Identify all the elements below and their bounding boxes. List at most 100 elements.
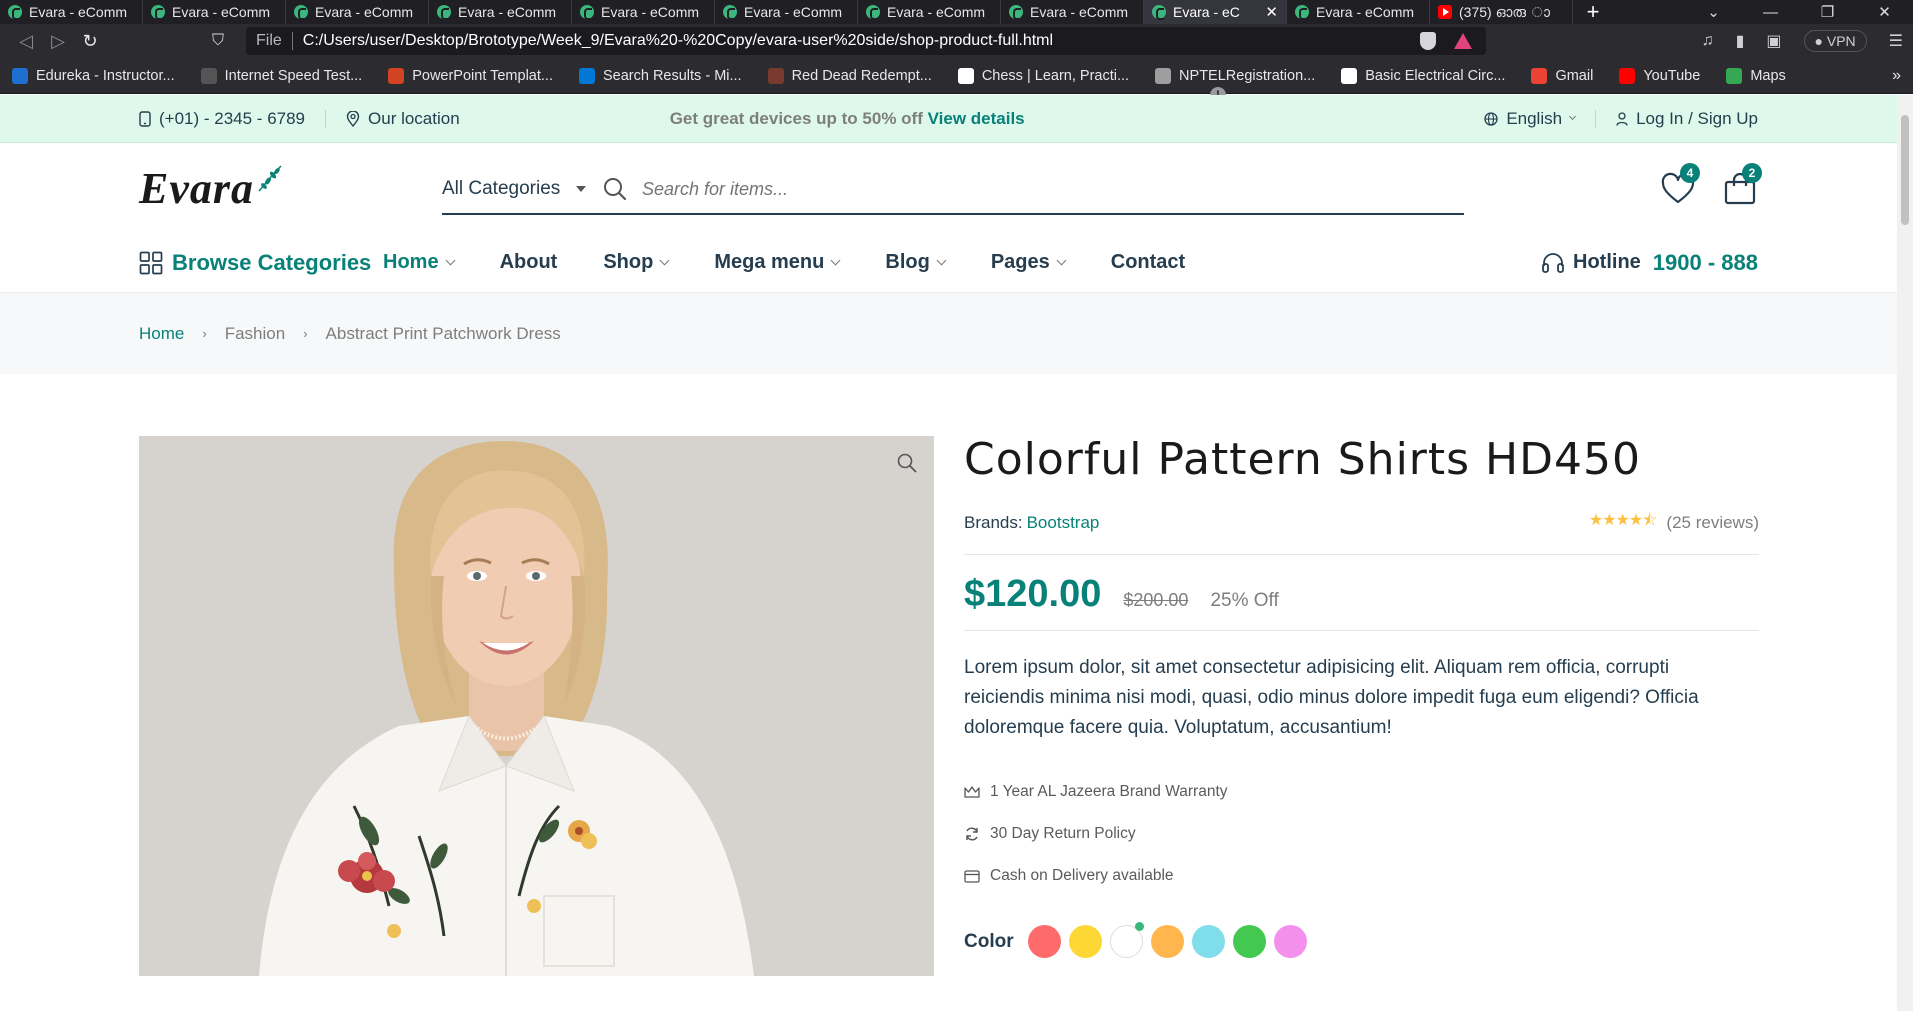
toolbar-actions: ♫ ▮ ▣ ● VPN ☰ xyxy=(1702,30,1903,52)
bookmark-favicon-icon xyxy=(578,67,595,84)
bookmark-item[interactable]: Gmail xyxy=(1531,67,1593,84)
chevron-down-icon xyxy=(1056,255,1067,266)
back-icon[interactable]: ◁ xyxy=(10,31,42,52)
cart-button[interactable]: 2 xyxy=(1722,163,1762,207)
browser-tab[interactable]: Evara - eComm xyxy=(572,0,715,24)
sidebar-icon[interactable]: ▮ xyxy=(1736,31,1745,51)
bookmark-item[interactable]: Maps xyxy=(1726,67,1786,84)
close-tab-icon[interactable]: ✕ xyxy=(1265,3,1278,21)
address-bar[interactable]: ⛉ ! File C:/Users/user/Desktop/Brototype… xyxy=(212,27,1486,103)
nav-item-mega-menu[interactable]: Mega menu xyxy=(714,251,841,274)
browser-tab[interactable]: Evara - eComm xyxy=(715,0,858,24)
breadcrumb-home[interactable]: Home xyxy=(139,324,184,344)
media-icon[interactable]: ♫ xyxy=(1702,32,1714,50)
breadcrumb-fashion[interactable]: Fashion xyxy=(225,324,285,344)
forward-icon[interactable]: ▷ xyxy=(42,31,74,52)
tab-title: Evara - eComm xyxy=(172,4,271,20)
evara-favicon-icon xyxy=(1152,5,1166,20)
browser-tab[interactable]: Evara - eComm xyxy=(858,0,1001,24)
main-navigation: Browse Categories Home About Shop Mega menu… xyxy=(0,233,1897,293)
tab-title: Evara - eComm xyxy=(315,4,414,20)
bookmark-item[interactable]: YouTube xyxy=(1619,67,1701,84)
bookmark-label: YouTube xyxy=(1643,67,1701,84)
color-swatch[interactable] xyxy=(1273,925,1307,958)
nav-item-shop[interactable]: Shop xyxy=(603,251,670,274)
feature-text: Cash on Delivery available xyxy=(990,867,1174,884)
scrollbar-thumb[interactable] xyxy=(1901,115,1909,225)
brave-shields-icon[interactable] xyxy=(1420,32,1436,50)
bookmark-item[interactable]: Internet Speed Test... xyxy=(200,67,362,84)
phone-icon xyxy=(139,110,151,127)
view-details-link[interactable]: View details xyxy=(928,109,1025,128)
url-text[interactable]: C:/Users/user/Desktop/Brototype/Week_9/E… xyxy=(303,32,1053,50)
color-swatch[interactable] xyxy=(1027,925,1061,958)
search-input[interactable] xyxy=(642,178,1242,200)
bookmark-item[interactable]: NPTELRegistration... xyxy=(1155,67,1315,84)
page-scrollbar[interactable] xyxy=(1897,95,1913,1011)
wishlist-button[interactable]: 4 xyxy=(1660,163,1700,207)
bookmark-favicon-icon xyxy=(12,67,28,84)
bookmark-item[interactable]: Search Results - Mi... xyxy=(578,67,742,84)
color-swatch[interactable] xyxy=(1150,925,1184,958)
browser-tab[interactable]: (375) ഓരു ാ xyxy=(1430,0,1573,24)
nav-item-about[interactable]: About xyxy=(500,251,558,274)
bookmark-item[interactable]: Red Dead Redempt... xyxy=(767,67,932,84)
chevron-down-icon xyxy=(1569,112,1577,121)
browser-tab[interactable]: Evara - eComm xyxy=(429,0,572,24)
hotline[interactable]: Hotline 1900 - 888 xyxy=(1541,250,1758,276)
evara-favicon-icon xyxy=(437,5,451,20)
brand-link[interactable]: Bootstrap xyxy=(1027,513,1100,533)
browser-tab[interactable]: Evara - eComm xyxy=(1001,0,1144,24)
brand-label: Brands: xyxy=(964,512,1023,532)
nav-item-pages[interactable]: Pages xyxy=(991,251,1067,274)
our-location-link[interactable]: Our location xyxy=(346,109,460,129)
location-pin-icon xyxy=(346,110,360,127)
category-select[interactable]: All Categories xyxy=(442,178,602,200)
reload-icon[interactable]: ↻ xyxy=(74,31,106,52)
brave-rewards-icon[interactable] xyxy=(1454,33,1472,49)
product-image[interactable] xyxy=(139,436,934,976)
evara-favicon-icon xyxy=(1295,5,1309,20)
nav-item-home[interactable]: Home xyxy=(383,251,456,274)
wallet-icon[interactable]: ▣ xyxy=(1766,31,1781,51)
color-swatch[interactable] xyxy=(1109,922,1144,958)
bookmark-item[interactable]: Basic Electrical Circ... xyxy=(1341,67,1505,84)
new-tab-button[interactable]: + xyxy=(1573,0,1613,24)
bookmark-item[interactable]: Edureka - Instructor... xyxy=(12,67,175,84)
url-scheme: File xyxy=(256,32,293,50)
bookmark-item[interactable]: PowerPoint Templat... xyxy=(388,67,553,84)
login-signup-link[interactable]: Log In / Sign Up xyxy=(1616,109,1758,129)
evara-logo[interactable]: Evara xyxy=(139,163,282,214)
product-description: Lorem ipsum dolor, sit amet consectetur … xyxy=(964,657,1699,738)
phone-contact[interactable]: (+01) - 2345 - 6789 xyxy=(139,109,305,129)
browser-tab[interactable]: Evara - eComm xyxy=(286,0,429,24)
phone-number: (+01) - 2345 - 6789 xyxy=(159,108,306,128)
language-select[interactable]: English xyxy=(1484,109,1577,129)
browser-tab[interactable]: Evara - eComm xyxy=(143,0,286,24)
color-swatch[interactable] xyxy=(1191,925,1225,958)
nav-item-blog[interactable]: Blog xyxy=(885,251,947,274)
bookmark-item[interactable]: Chess | Learn, Practi... xyxy=(957,67,1129,84)
hotline-label: Hotline xyxy=(1573,251,1641,273)
review-count[interactable]: (25 reviews) xyxy=(1666,513,1759,533)
search-bar: All Categories xyxy=(442,165,1464,215)
search-icon[interactable] xyxy=(602,176,628,202)
tab-search-icon[interactable]: ⌄ xyxy=(1685,3,1742,21)
close-window-icon[interactable]: ✕ xyxy=(1856,3,1913,21)
caret-down-icon xyxy=(576,186,587,192)
zoom-icon[interactable] xyxy=(896,452,918,474)
restore-icon[interactable]: ❐ xyxy=(1799,3,1856,21)
browser-tab[interactable]: Evara - eComm xyxy=(1287,0,1430,24)
bookmarks-more-button[interactable]: » xyxy=(1892,67,1901,85)
minimize-icon[interactable]: — xyxy=(1742,4,1799,21)
vpn-button[interactable]: ● VPN xyxy=(1803,30,1867,52)
color-swatch[interactable] xyxy=(1068,925,1102,958)
tab-title: Evara - eComm xyxy=(1030,4,1129,20)
browser-tab[interactable]: Evara - eComm xyxy=(0,0,143,24)
browser-tab[interactable]: Evara - eC ✕ xyxy=(1144,0,1287,24)
color-swatch[interactable] xyxy=(1232,925,1266,958)
bookmark-icon[interactable]: ⛉ xyxy=(212,32,224,50)
nav-item-contact[interactable]: Contact xyxy=(1111,251,1185,274)
evara-favicon-icon xyxy=(866,5,880,20)
menu-icon[interactable]: ☰ xyxy=(1889,31,1903,51)
